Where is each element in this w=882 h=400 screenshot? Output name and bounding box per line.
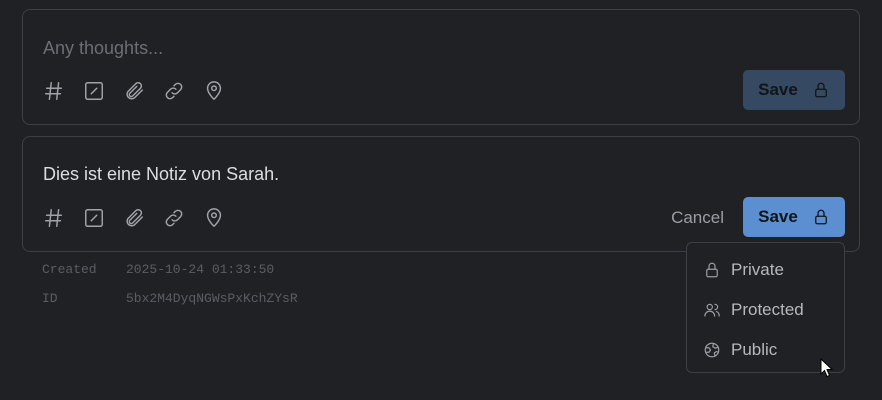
hash-icon[interactable] <box>43 205 83 231</box>
new-note-toolbar <box>43 78 243 104</box>
save-button[interactable]: Save <box>743 197 845 237</box>
paperclip-icon[interactable] <box>123 78 163 104</box>
id-label: ID <box>42 291 58 306</box>
globe-icon <box>704 342 720 358</box>
menu-item-label: Private <box>731 260 784 279</box>
id-value: 5bx2M4DyqNGWsPxKchZYsR <box>126 291 298 306</box>
new-note-input[interactable]: Any thoughts... <box>43 38 163 59</box>
save-button-disabled[interactable]: Save <box>743 70 845 110</box>
menu-item-public[interactable]: Public <box>703 340 777 360</box>
visibility-menu: Private Protected Public <box>686 242 845 373</box>
cancel-button[interactable]: Cancel <box>671 208 724 228</box>
paperclip-icon[interactable] <box>123 205 163 231</box>
edit-note-toolbar <box>43 205 243 231</box>
edit-note-card: Dies ist eine Notiz von Sarah. Cancel Sa… <box>22 136 860 252</box>
lock-icon <box>814 82 827 98</box>
hash-icon[interactable] <box>43 78 83 104</box>
menu-item-label: Public <box>731 340 778 359</box>
menu-item-private[interactable]: Private <box>703 260 784 280</box>
checkbox-icon[interactable] <box>83 78 123 104</box>
created-value: 2025-10-24 01:33:50 <box>126 262 275 277</box>
meta-created-row: Created 2025-10-24 01:33:50 <box>42 262 274 277</box>
checkbox-icon[interactable] <box>83 205 123 231</box>
save-label: Save <box>758 207 798 226</box>
location-icon[interactable] <box>203 78 243 104</box>
location-icon[interactable] <box>203 205 243 231</box>
menu-item-protected[interactable]: Protected <box>703 300 804 320</box>
meta-id-row: ID 5bx2M4DyqNGWsPxKchZYsR <box>42 291 298 306</box>
lock-icon <box>814 209 827 225</box>
users-icon <box>704 303 720 317</box>
created-label: Created <box>42 262 97 277</box>
menu-item-label: Protected <box>731 300 804 319</box>
lock-icon <box>706 262 718 278</box>
note-content[interactable]: Dies ist eine Notiz von Sarah. <box>43 164 279 185</box>
link-icon[interactable] <box>163 205 203 231</box>
new-note-card: Any thoughts... Save <box>22 9 860 125</box>
link-icon[interactable] <box>163 78 203 104</box>
mouse-cursor-icon <box>820 358 834 378</box>
save-label: Save <box>758 80 798 99</box>
